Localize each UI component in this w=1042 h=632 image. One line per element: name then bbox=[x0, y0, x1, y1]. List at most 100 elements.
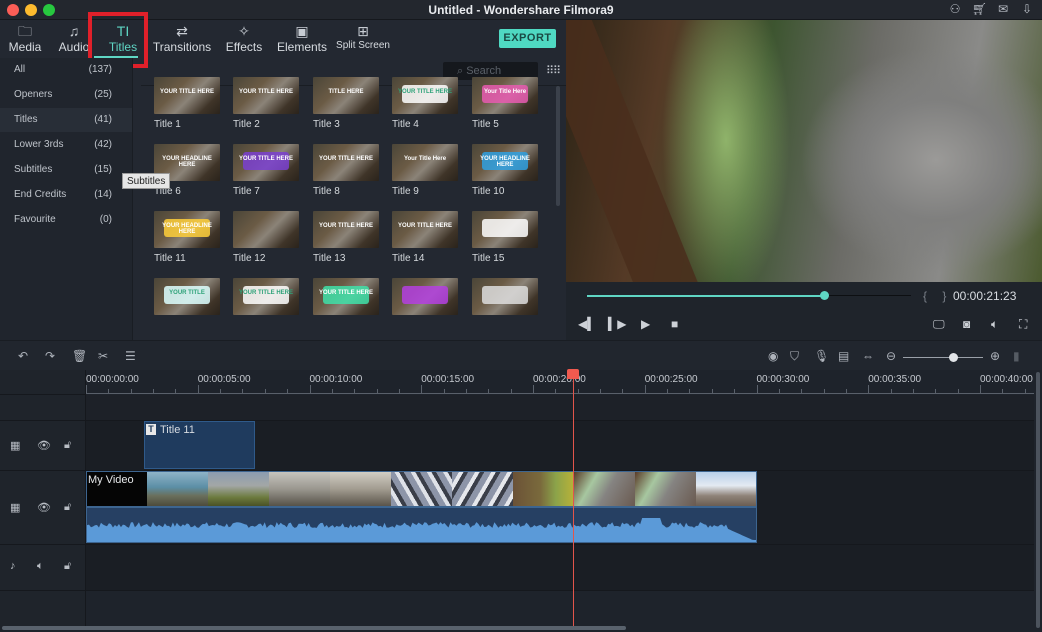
title-clip[interactable]: T Title 11 bbox=[144, 421, 255, 469]
tab-elements[interactable]: ▣ Elements bbox=[276, 23, 328, 54]
audio-waveform bbox=[87, 518, 756, 542]
title-clip-label: Title 11 bbox=[160, 424, 195, 436]
adjust-icon[interactable]: ☰ bbox=[125, 349, 136, 363]
marker-icon[interactable]: ⛉ bbox=[790, 349, 799, 364]
grid-view-icon[interactable]: ⠿⠿ bbox=[546, 64, 561, 77]
scrub-track[interactable] bbox=[587, 291, 911, 300]
timeline-horizontal-scrollbar[interactable] bbox=[2, 626, 626, 630]
zoom-slider-handle[interactable] bbox=[948, 353, 958, 362]
library-tabs: 🗀 Media ♫ Audio TI Titles ⇄ Transitions … bbox=[0, 12, 566, 68]
delete-icon[interactable]: 🗑︎ bbox=[72, 349, 87, 363]
zoom-slider[interactable] bbox=[903, 353, 983, 362]
tab-split-screen[interactable]: ⊞ Split Screen bbox=[334, 23, 392, 51]
transitions-icon: ⇄ bbox=[176, 23, 188, 39]
title-thumbnail[interactable]: YOUR TITLE HERE bbox=[313, 211, 379, 248]
undo-icon[interactable]: ↶ bbox=[18, 349, 28, 363]
lock-icon[interactable]: 🔓︎ bbox=[64, 439, 71, 452]
microphone-icon[interactable]: 🎙︎ bbox=[814, 349, 829, 363]
ruler-label: 00:00:10:00 bbox=[309, 374, 363, 385]
render-settings-icon[interactable]: 🖵 bbox=[933, 317, 945, 332]
category-titles[interactable]: Titles (41) bbox=[0, 108, 132, 132]
tab-effects[interactable]: ✧ Effects bbox=[222, 23, 266, 54]
fit-timeline-icon[interactable]: ⇔ bbox=[862, 349, 874, 363]
ruler-tick bbox=[376, 389, 378, 393]
previous-frame-icon[interactable]: ◀▍ bbox=[578, 317, 596, 331]
category-all[interactable]: All (137) bbox=[0, 58, 132, 82]
title-thumbnail[interactable] bbox=[472, 211, 538, 248]
timeline-vertical-scrollbar[interactable] bbox=[1036, 372, 1040, 628]
video-clip[interactable]: My Video bbox=[86, 471, 757, 507]
category-openers[interactable]: Openers (25) bbox=[0, 83, 132, 107]
title-thumbnail[interactable]: TITLE HERE bbox=[313, 77, 379, 114]
playhead[interactable] bbox=[573, 376, 575, 626]
title-thumbnail[interactable]: YOUR HEADLINE HERE bbox=[472, 144, 538, 181]
next-frame-icon[interactable]: ▍▶ bbox=[608, 317, 626, 331]
mail-icon[interactable]: ✉ bbox=[996, 2, 1010, 16]
fullscreen-icon[interactable]: ⛶ bbox=[1019, 317, 1027, 332]
category-lower-3rds[interactable]: Lower 3rds (42) bbox=[0, 133, 132, 157]
tab-label: Transitions bbox=[152, 40, 212, 54]
ruler-label: 00:00:40:00 bbox=[980, 374, 1033, 385]
scrub-handle[interactable] bbox=[819, 291, 829, 300]
user-icon[interactable]: ⚇ bbox=[948, 2, 962, 16]
panel-grip-icon[interactable]: ▮ bbox=[1013, 349, 1020, 363]
audio-waveform-clip[interactable] bbox=[86, 507, 757, 543]
cart-icon[interactable]: 🛒︎ bbox=[972, 2, 987, 16]
ruler-tick bbox=[354, 389, 356, 393]
tab-media[interactable]: 🗀 Media bbox=[8, 23, 42, 54]
stop-icon[interactable]: ■ bbox=[671, 317, 678, 331]
library-scrollbar[interactable] bbox=[556, 86, 560, 206]
title-thumbnail[interactable] bbox=[233, 211, 299, 248]
voiceover-icon[interactable]: ▤ bbox=[838, 349, 849, 363]
title-thumbnail[interactable]: YOUR TITLE HERE bbox=[154, 77, 220, 114]
speaker-icon[interactable]: 🔈︎ bbox=[37, 560, 44, 573]
title-thumbnail[interactable]: YOUR TITLE HERE bbox=[233, 77, 299, 114]
title-thumbnail[interactable]: Your Title Here bbox=[472, 77, 538, 114]
effects-icon: ✧ bbox=[238, 23, 250, 39]
title-thumbnail[interactable]: YOUR TITLE HERE bbox=[392, 211, 458, 248]
ruler-tick bbox=[264, 389, 266, 393]
title-thumbnail[interactable]: YOUR TITLE HERE bbox=[313, 278, 379, 315]
tab-transitions[interactable]: ⇄ Transitions bbox=[152, 23, 212, 54]
play-icon[interactable]: ▶ bbox=[641, 317, 650, 331]
timeline-ruler[interactable]: 00:00:00:00 00:00:05:00 00:00:10:00 00:00:1… bbox=[86, 370, 1034, 394]
category-end-credits[interactable]: End Credits (14) bbox=[0, 183, 132, 207]
category-count: (0) bbox=[99, 214, 112, 225]
title-thumbnail[interactable] bbox=[472, 278, 538, 315]
title-thumbnail[interactable]: YOUR TITLE bbox=[154, 278, 220, 315]
lock-icon[interactable]: 🔓︎ bbox=[64, 560, 71, 573]
cut-icon[interactable]: ✂ bbox=[98, 349, 108, 363]
render-preview-icon[interactable]: ◉ bbox=[768, 349, 778, 363]
zoom-out-icon[interactable]: ⊖ bbox=[886, 349, 896, 363]
eye-icon[interactable]: 👁︎ bbox=[37, 439, 51, 452]
title-thumbnail[interactable]: YOUR HEADLINE HERE bbox=[154, 211, 220, 248]
title-label: Title 5 bbox=[472, 119, 499, 130]
eye-icon[interactable]: 👁︎ bbox=[37, 501, 51, 514]
thumbnail-preview-text: YOUR TITLE bbox=[169, 290, 205, 296]
title-thumbnail[interactable] bbox=[392, 278, 458, 315]
title-thumbnail[interactable]: YOUR TITLE HERE bbox=[313, 144, 379, 181]
ruler-tick bbox=[1002, 389, 1004, 393]
download-icon[interactable]: ⇩ bbox=[1020, 2, 1034, 16]
category-subtitles[interactable]: Subtitles (15) bbox=[0, 158, 132, 182]
ruler-tick bbox=[980, 385, 981, 393]
playhead-handle[interactable] bbox=[567, 369, 580, 379]
lock-icon[interactable]: 🔓︎ bbox=[64, 501, 71, 514]
title-thumbnail[interactable]: YOUR TITLE HERE bbox=[233, 278, 299, 315]
title-thumbnail[interactable]: YOUR TITLE HERE bbox=[392, 77, 458, 114]
title-thumbnail[interactable]: Your Title Here bbox=[392, 144, 458, 181]
in-out-markers[interactable]: { } bbox=[923, 289, 952, 303]
ruler-tick bbox=[801, 389, 803, 393]
title-label: Title 9 bbox=[392, 186, 419, 197]
track-header-audio: ♪ 🔈︎ 🔓︎ bbox=[0, 545, 86, 591]
zoom-in-icon[interactable]: ⊕ bbox=[990, 349, 1000, 363]
category-favourite[interactable]: Favourite (0) bbox=[0, 208, 132, 232]
snapshot-camera-icon[interactable]: ◙ bbox=[963, 317, 970, 331]
ruler-tick bbox=[488, 389, 490, 393]
volume-icon[interactable]: 🔈︎ bbox=[991, 317, 998, 332]
tab-audio[interactable]: ♫ Audio bbox=[58, 23, 90, 54]
title-thumbnail[interactable]: YOUR TITLE HERE bbox=[233, 144, 299, 181]
thumbnail-preview-text: YOUR HEADLINE HERE bbox=[480, 156, 530, 168]
redo-icon[interactable]: ↷ bbox=[45, 349, 55, 363]
export-button[interactable]: EXPORT bbox=[499, 29, 556, 48]
